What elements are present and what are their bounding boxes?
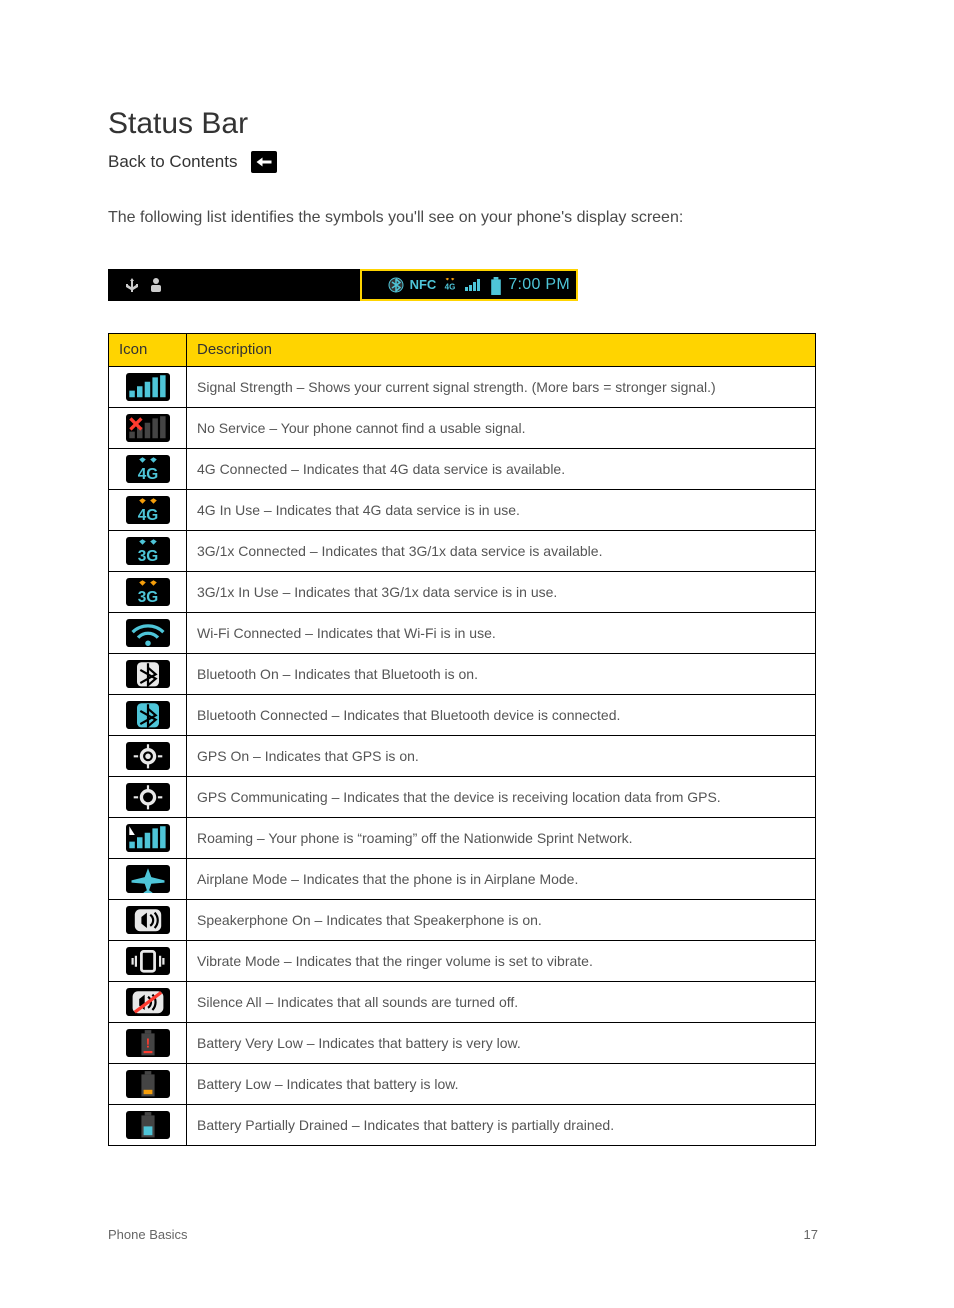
sb-4g-icon: 4G bbox=[442, 277, 458, 293]
4g-connected-icon: 4G bbox=[126, 455, 170, 483]
description-cell: Airplane Mode – Indicates that the phone… bbox=[187, 859, 816, 900]
description-cell: Speakerphone On – Indicates that Speaker… bbox=[187, 900, 816, 941]
description-cell: GPS Communicating – Indicates that the d… bbox=[187, 777, 816, 818]
description-cell: GPS On – Indicates that GPS is on. bbox=[187, 736, 816, 777]
page-title: Status Bar bbox=[108, 104, 954, 145]
table-row: Bluetooth On – Indicates that Bluetooth … bbox=[109, 654, 816, 695]
table-row: Wi-Fi Connected – Indicates that Wi-Fi i… bbox=[109, 613, 816, 654]
bluetooth-on-icon bbox=[126, 660, 170, 688]
table-row: GPS Communicating – Indicates that the d… bbox=[109, 777, 816, 818]
table-row: 3G 3G/1x Connected – Indicates that 3G/1x… bbox=[109, 531, 816, 572]
table-row: Speakerphone On – Indicates that Speaker… bbox=[109, 900, 816, 941]
battery-very-low-icon: ! bbox=[126, 1029, 170, 1057]
table-row: Battery Low – Indicates that battery is … bbox=[109, 1064, 816, 1105]
svg-text:4G: 4G bbox=[137, 507, 158, 524]
usb-debug-icon bbox=[124, 277, 140, 293]
table-row: Roaming – Your phone is “roaming” off th… bbox=[109, 818, 816, 859]
sb-signal-icon bbox=[464, 277, 484, 293]
vibrate-mode-icon bbox=[126, 947, 170, 975]
speakerphone-on-icon bbox=[126, 906, 170, 934]
gps-on-icon bbox=[126, 742, 170, 770]
svg-text:3G: 3G bbox=[137, 589, 158, 606]
battery-low-icon bbox=[126, 1070, 170, 1098]
gps-communicating-icon bbox=[126, 783, 170, 811]
description-cell: 4G In Use – Indicates that 4G data servi… bbox=[187, 490, 816, 531]
description-cell: Battery Low – Indicates that battery is … bbox=[187, 1064, 816, 1105]
back-to-contents-link[interactable]: Back to Contents bbox=[108, 151, 237, 174]
table-row: Bluetooth Connected – Indicates that Blu… bbox=[109, 695, 816, 736]
bluetooth-connected-icon bbox=[126, 701, 170, 729]
table-row: Signal Strength – Shows your current sig… bbox=[109, 367, 816, 408]
table-row: 4G 4G Connected – Indicates that 4G data … bbox=[109, 449, 816, 490]
table-row: No Service – Your phone cannot find a us… bbox=[109, 408, 816, 449]
roaming-icon bbox=[126, 824, 170, 852]
sb-bluetooth-icon bbox=[388, 277, 404, 293]
table-row: 3G 3G/1x In Use – Indicates that 3G/1x da… bbox=[109, 572, 816, 613]
description-cell: Roaming – Your phone is “roaming” off th… bbox=[187, 818, 816, 859]
sb-nfc-icon: NFC bbox=[410, 276, 437, 294]
airplane-mode-icon bbox=[126, 865, 170, 893]
description-cell: 3G/1x In Use – Indicates that 3G/1x data… bbox=[187, 572, 816, 613]
no-service-icon bbox=[126, 414, 170, 442]
description-cell: Wi-Fi Connected – Indicates that Wi-Fi i… bbox=[187, 613, 816, 654]
description-cell: Vibrate Mode – Indicates that the ringer… bbox=[187, 941, 816, 982]
wifi-connected-icon bbox=[126, 619, 170, 647]
footer-page-number: 17 bbox=[804, 1226, 818, 1244]
svg-text:!: ! bbox=[145, 1036, 149, 1051]
battery-drained-icon bbox=[126, 1111, 170, 1139]
table-row: Vibrate Mode – Indicates that the ringer… bbox=[109, 941, 816, 982]
table-row: Airplane Mode – Indicates that the phone… bbox=[109, 859, 816, 900]
3g-connected-icon: 3G bbox=[126, 537, 170, 565]
table-row: Silence All – Indicates that all sounds … bbox=[109, 982, 816, 1023]
svg-text:3G: 3G bbox=[137, 548, 158, 565]
3g-in-use-icon: 3G bbox=[126, 578, 170, 606]
footer-section: Phone Basics bbox=[108, 1226, 188, 1244]
silence-all-icon bbox=[126, 988, 170, 1016]
table-row: Battery Partially Drained – Indicates th… bbox=[109, 1105, 816, 1146]
signal-strength-icon bbox=[126, 373, 170, 401]
description-cell: No Service – Your phone cannot find a us… bbox=[187, 408, 816, 449]
col-header-icon: Icon bbox=[109, 334, 187, 367]
intro-text: The following list identifies the symbol… bbox=[108, 207, 846, 229]
description-cell: Bluetooth Connected – Indicates that Blu… bbox=[187, 695, 816, 736]
description-cell: Signal Strength – Shows your current sig… bbox=[187, 367, 816, 408]
usb-connected-icon bbox=[148, 277, 164, 293]
col-header-description: Description bbox=[187, 334, 816, 367]
table-row: ! Battery Very Low – Indicates that batte… bbox=[109, 1023, 816, 1064]
svg-text:4G: 4G bbox=[137, 466, 158, 483]
description-cell: 4G Connected – Indicates that 4G data se… bbox=[187, 449, 816, 490]
svg-text:4G: 4G bbox=[445, 282, 456, 291]
description-cell: Battery Very Low – Indicates that batter… bbox=[187, 1023, 816, 1064]
sb-battery-icon bbox=[490, 277, 502, 293]
back-key-icon bbox=[251, 151, 277, 173]
4g-in-use-icon: 4G bbox=[126, 496, 170, 524]
table-row: 4G 4G In Use – Indicates that 4G data ser… bbox=[109, 490, 816, 531]
status-bar-sample: NFC 4G 7:00 PM bbox=[108, 269, 578, 301]
description-cell: 3G/1x Connected – Indicates that 3G/1x d… bbox=[187, 531, 816, 572]
description-cell: Silence All – Indicates that all sounds … bbox=[187, 982, 816, 1023]
sb-clock: 7:00 PM bbox=[508, 274, 570, 296]
description-cell: Battery Partially Drained – Indicates th… bbox=[187, 1105, 816, 1146]
description-cell: Bluetooth On – Indicates that Bluetooth … bbox=[187, 654, 816, 695]
icon-description-table: Icon Description Signal Strength – Shows… bbox=[108, 333, 816, 1146]
table-row: GPS On – Indicates that GPS is on. bbox=[109, 736, 816, 777]
